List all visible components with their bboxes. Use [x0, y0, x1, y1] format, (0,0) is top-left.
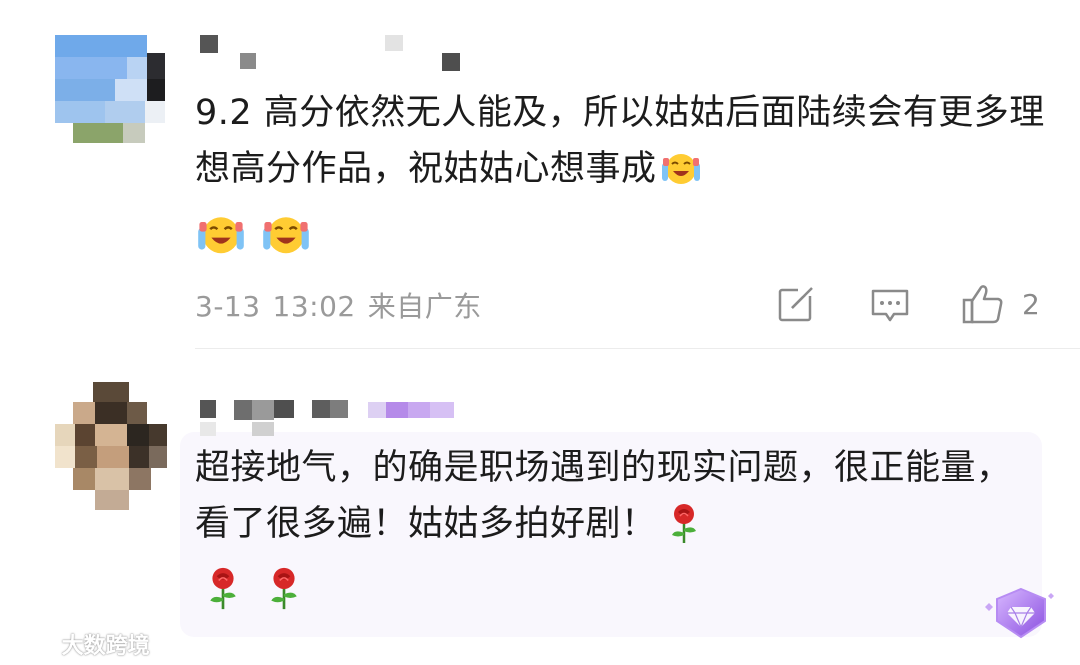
watermark-text: 大数跨境 — [61, 634, 150, 659]
comment-location: 来自广东 — [367, 290, 482, 323]
watermark-logo-icon — [20, 638, 53, 654]
emoji-row — [205, 565, 302, 613]
comment-time: 13:02 — [272, 290, 356, 323]
comment-text: 超接地气，的确是职场遇到的现实问题，很正能量，看了很多遍！姑姑多拍好剧！ — [195, 448, 1012, 544]
rose-emoji — [271, 567, 297, 610]
emoji-row — [195, 210, 312, 258]
laughing-cry-emoji — [661, 154, 700, 184]
avatar[interactable] — [55, 35, 165, 145]
comment-text: 9.2 高分依然无人能及，所以姑姑后面陆续会有更多理想高分作品，祝姑姑心想事成 — [195, 93, 1045, 189]
comment-meta: 3-13 13:02 来自广东 — [195, 285, 494, 325]
comment-date: 3-13 — [195, 290, 261, 323]
diamond-badge-icon — [985, 587, 1054, 639]
rose-emoji — [671, 504, 696, 543]
like-count: 2 — [1022, 288, 1040, 321]
avatar[interactable] — [55, 382, 167, 512]
rose-emoji — [210, 567, 236, 610]
share-icon[interactable] — [778, 286, 816, 322]
thumbs-up-icon[interactable] — [962, 283, 1004, 325]
laughing-cry-emoji — [198, 217, 244, 254]
username-redacted[interactable] — [200, 35, 480, 75]
divider — [195, 348, 1080, 349]
laughing-cry-emoji — [263, 217, 309, 254]
watermark: 大数跨境 — [20, 628, 150, 660]
comment-icon[interactable] — [870, 288, 910, 324]
username-redacted[interactable] — [200, 400, 470, 440]
